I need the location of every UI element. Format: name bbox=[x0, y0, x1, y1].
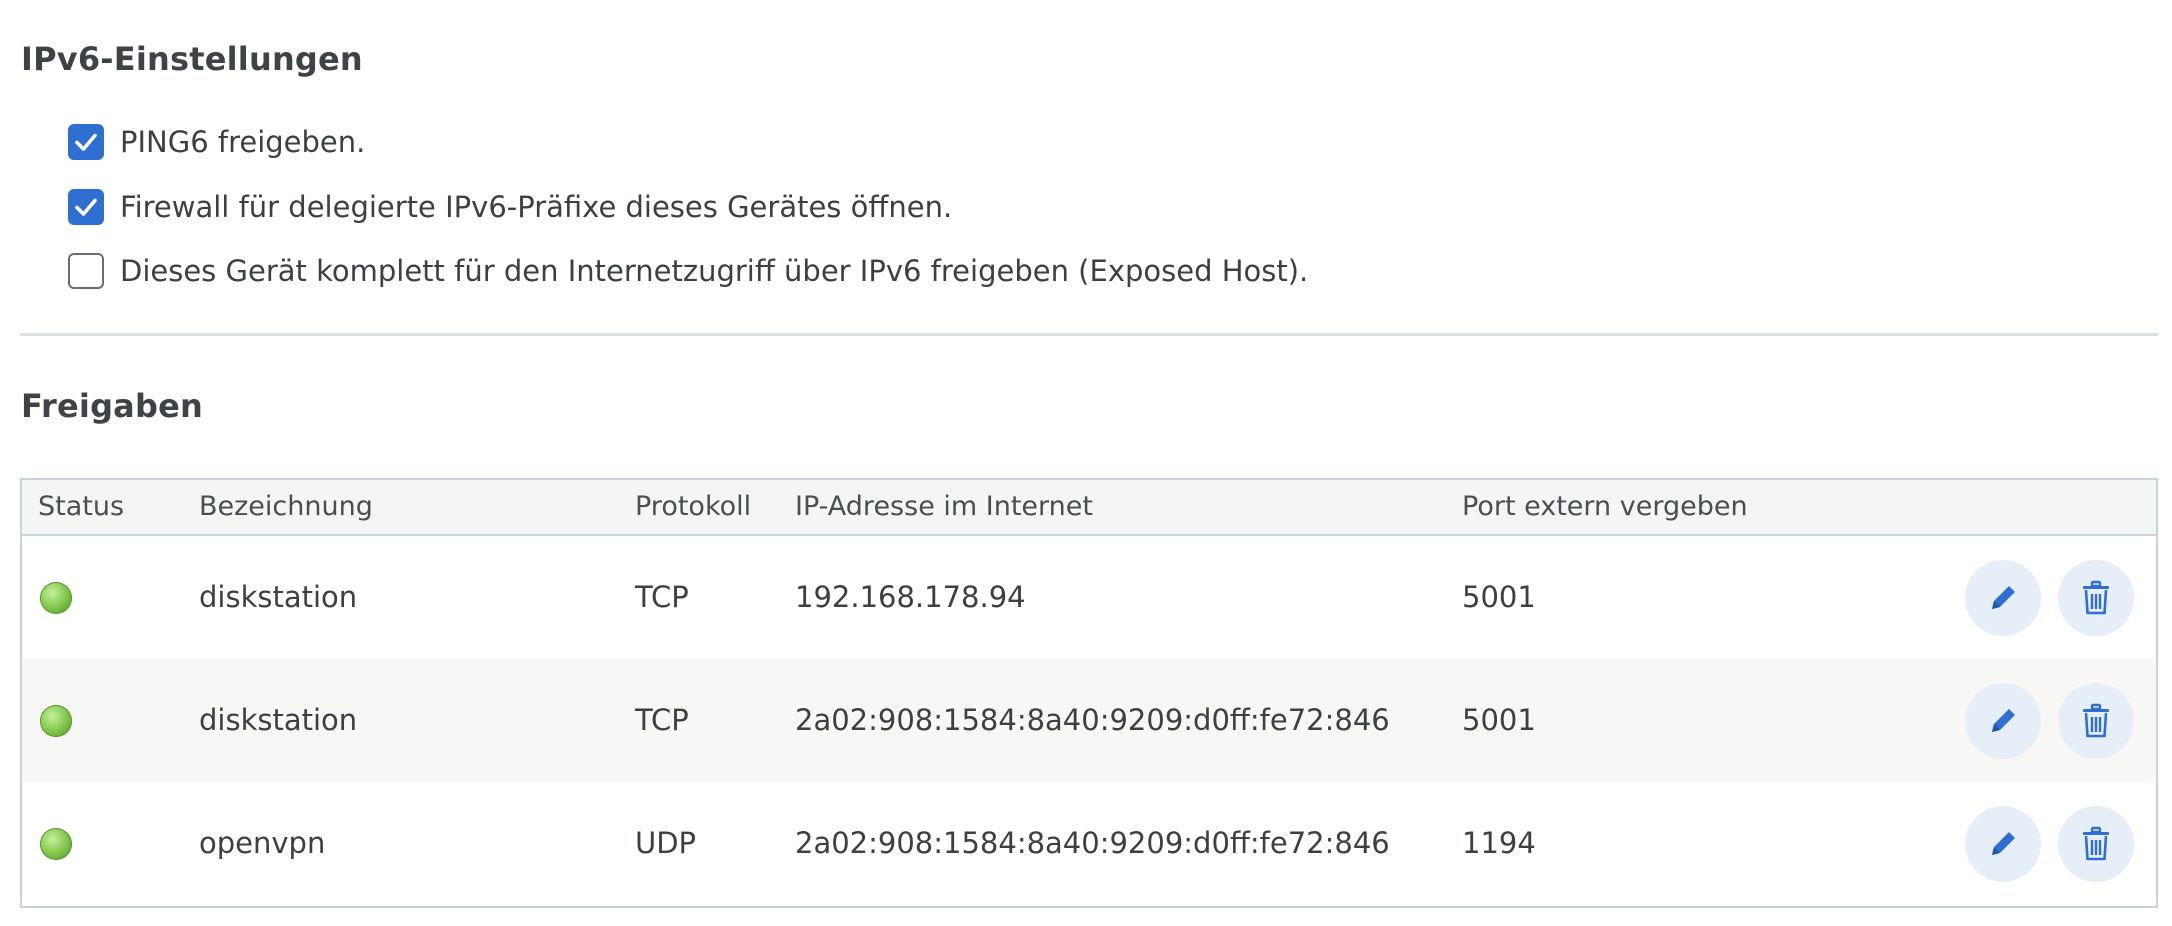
checkmark-icon bbox=[75, 198, 97, 216]
column-header-ip: IP-Adresse im Internet bbox=[795, 491, 1093, 522]
trash-icon bbox=[2083, 703, 2109, 738]
firewall-prefixes-label: Firewall für delegierte IPv6-Präfixe die… bbox=[120, 190, 953, 224]
row-ip: 192.168.178.94 bbox=[795, 580, 1026, 614]
ping6-label: PING6 freigeben. bbox=[120, 125, 366, 159]
row-protocol: TCP bbox=[635, 703, 689, 737]
row-name: openvpn bbox=[199, 826, 326, 860]
pencil-icon bbox=[1992, 709, 2015, 732]
row-protocol: UDP bbox=[635, 826, 697, 860]
status-led-icon bbox=[40, 582, 72, 614]
delete-button[interactable] bbox=[2058, 560, 2134, 636]
column-header-port: Port extern vergeben bbox=[1462, 491, 1748, 522]
section-divider bbox=[20, 333, 2158, 336]
pencil-icon bbox=[1992, 832, 2015, 855]
ipv6-settings-title: IPv6-Einstellungen bbox=[21, 40, 363, 78]
exposed-host-checkbox[interactable] bbox=[68, 253, 104, 289]
row-name: diskstation bbox=[199, 580, 358, 614]
edit-button[interactable] bbox=[1965, 683, 2041, 759]
row-port: 1194 bbox=[1462, 826, 1536, 860]
trash-icon bbox=[2083, 580, 2109, 615]
exposed-host-label: Dieses Gerät komplett für den Internetzu… bbox=[120, 254, 1309, 288]
row-protocol: TCP bbox=[635, 580, 689, 614]
row-ip: 2a02:908:1584:8a40:9209:d0ff:fe72:846 bbox=[795, 703, 1390, 737]
ping6-checkbox[interactable] bbox=[68, 124, 104, 160]
table-row: diskstation TCP 192.168.178.94 5001 bbox=[22, 536, 2156, 659]
option-ping6[interactable]: PING6 freigeben. bbox=[68, 122, 365, 162]
column-header-name: Bezeichnung bbox=[199, 491, 373, 522]
trash-icon bbox=[2083, 826, 2109, 861]
edit-button[interactable] bbox=[1965, 560, 2041, 636]
firewall-prefixes-checkbox[interactable] bbox=[68, 189, 104, 225]
pencil-icon bbox=[1992, 586, 2015, 609]
row-port: 5001 bbox=[1462, 580, 1536, 614]
column-header-protocol: Protokoll bbox=[635, 491, 752, 522]
status-led-icon bbox=[40, 828, 72, 860]
freigaben-table: Status Bezeichnung Protokoll IP-Adresse … bbox=[20, 478, 2158, 908]
delete-button[interactable] bbox=[2058, 806, 2134, 882]
option-exposed-host[interactable]: Dieses Gerät komplett für den Internetzu… bbox=[68, 251, 1308, 291]
row-port: 5001 bbox=[1462, 703, 1536, 737]
column-header-status: Status bbox=[38, 491, 125, 522]
row-name: diskstation bbox=[199, 703, 358, 737]
freigaben-title: Freigaben bbox=[21, 387, 203, 425]
delete-button[interactable] bbox=[2058, 683, 2134, 759]
table-header: Status Bezeichnung Protokoll IP-Adresse … bbox=[22, 480, 2156, 536]
table-row: diskstation TCP 2a02:908:1584:8a40:9209:… bbox=[22, 659, 2156, 782]
table-row: openvpn UDP 2a02:908:1584:8a40:9209:d0ff… bbox=[22, 782, 2156, 905]
row-ip: 2a02:908:1584:8a40:9209:d0ff:fe72:846 bbox=[795, 826, 1390, 860]
checkmark-icon bbox=[75, 133, 97, 151]
option-firewall-prefixes[interactable]: Firewall für delegierte IPv6-Präfixe die… bbox=[68, 187, 952, 227]
status-led-icon bbox=[40, 705, 72, 737]
edit-button[interactable] bbox=[1965, 806, 2041, 882]
